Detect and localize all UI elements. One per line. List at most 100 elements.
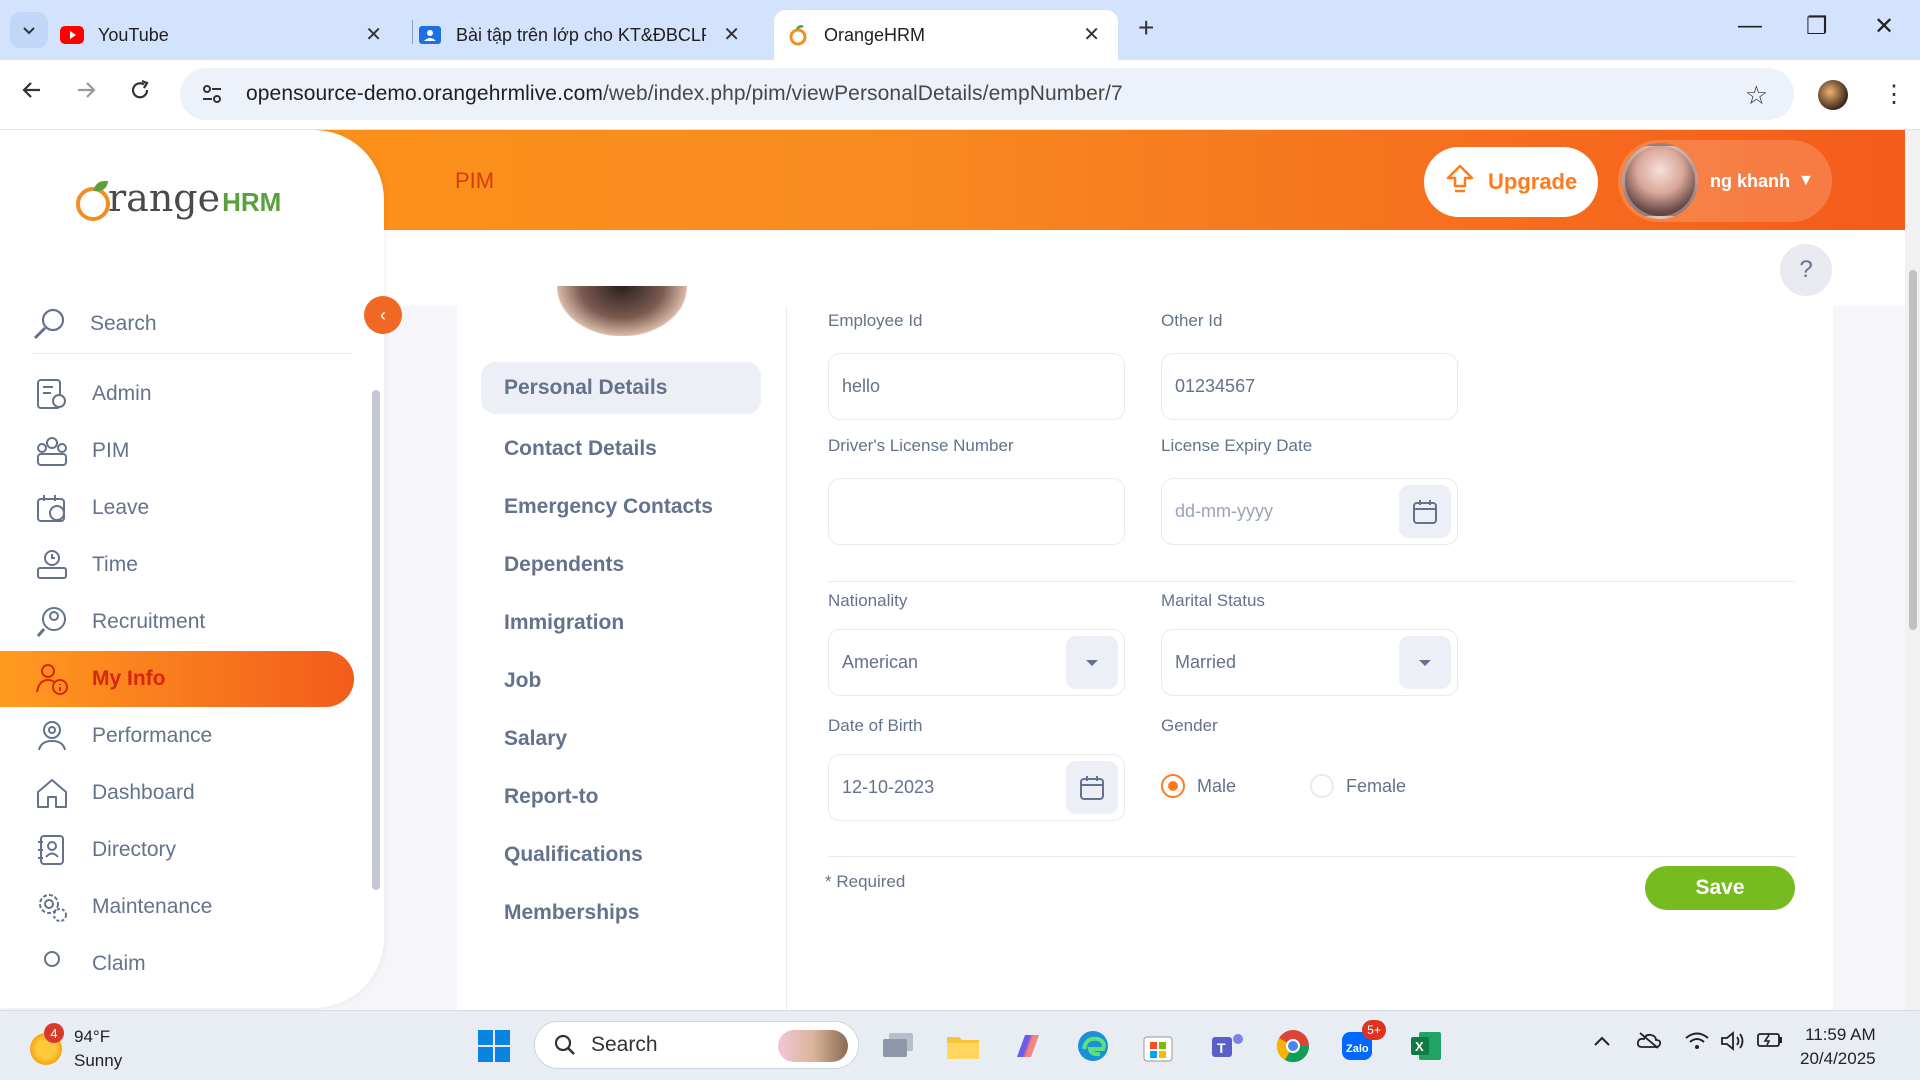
teams-icon[interactable]: T [1210,1028,1246,1064]
calendar-icon[interactable] [1066,761,1118,814]
sidebar-item-performance[interactable]: Performance [0,708,354,764]
microsoft-store-icon[interactable] [1140,1028,1176,1064]
tab-memberships[interactable]: Memberships [481,884,761,942]
browser-menu-icon[interactable]: ⋮ [1882,80,1906,109]
clock-date: 20/4/2025 [1800,1049,1876,1068]
save-button[interactable]: Save [1645,866,1795,910]
reload-icon[interactable] [128,78,152,109]
tab-emergency-contacts[interactable]: Emergency Contacts [481,478,761,536]
tab-youtube[interactable]: YouTube ✕ [60,10,400,60]
start-button[interactable] [476,1028,512,1064]
address-bar[interactable]: opensource-demo.orangehrmlive.com/web/in… [180,68,1794,120]
claim-icon [34,946,70,970]
back-icon[interactable] [20,78,44,109]
onedrive-icon[interactable] [1636,1031,1662,1055]
gender-male-radio[interactable]: Male [1161,774,1236,798]
page-scrollbar[interactable] [1905,130,1920,1010]
license-number-field[interactable] [828,478,1125,545]
close-tab-icon[interactable]: ✕ [1083,22,1100,47]
weather-widget[interactable]: 4 94°F Sunny [30,1023,123,1073]
calendar-icon[interactable] [1399,485,1451,538]
sidebar-item-admin[interactable]: Admin [0,366,354,422]
gender-female-label: Female [1346,775,1407,796]
logo-orange-icon [76,181,110,221]
site-settings-icon[interactable] [192,83,232,105]
help-button[interactable]: ? [1780,244,1832,296]
close-tab-icon[interactable]: ✕ [723,22,740,47]
system-clock[interactable]: 11:59 AM 20/4/2025 [1800,1023,1876,1071]
excel-icon[interactable]: X [1408,1028,1444,1064]
tab-search-button[interactable] [10,12,48,48]
close-window-icon[interactable]: ✕ [1874,12,1894,41]
new-tab-button[interactable]: + [1138,12,1154,44]
user-dropdown[interactable]: ng khanh ▼ [1618,140,1832,222]
chrome-icon[interactable] [1275,1028,1311,1064]
sidebar-item-label: Recruitment [92,610,206,633]
dob-label: Date of Birth [828,716,923,735]
taskbar-search-label: Search [591,1033,658,1056]
volume-icon[interactable] [1720,1031,1746,1057]
zalo-icon[interactable]: Zalo 5+ [1340,1020,1386,1064]
tab-classroom[interactable]: Bài tập trên lớp cho KT&ĐBCLP ✕ [418,10,758,60]
page-scroll-thumb[interactable] [1909,270,1917,630]
collapse-sidebar-button[interactable]: ‹ [364,296,402,334]
sidebar-scroll-thumb[interactable] [372,390,380,890]
taskbar-search[interactable]: Search [534,1021,859,1069]
tab-dependents[interactable]: Dependents [481,536,761,594]
other-id-field[interactable]: 01234567 [1161,353,1458,420]
sidebar-item-maintenance[interactable]: Maintenance [0,879,354,935]
wifi-icon[interactable] [1684,1031,1710,1057]
battery-icon[interactable] [1756,1031,1784,1055]
dob-field[interactable]: 12-10-2023 [828,754,1125,821]
tab-qualifications[interactable]: Qualifications [481,826,761,884]
browser-profile-avatar[interactable] [1818,80,1848,110]
employee-id-field[interactable]: hello [828,353,1125,420]
sidebar-item-label: My Info [92,667,166,690]
forward-icon[interactable] [74,78,98,109]
sidebar-item-my-info[interactable]: My Info [0,651,354,707]
file-explorer-icon[interactable] [945,1028,981,1064]
sidebar-item-label: Dashboard [92,781,195,804]
dashboard-icon [34,775,70,811]
gender-female-radio[interactable]: Female [1310,774,1406,798]
restore-icon[interactable]: ❐ [1806,12,1828,41]
nationality-select[interactable]: American [828,629,1125,696]
sidebar-item-directory[interactable]: Directory [0,822,354,878]
copilot-icon[interactable] [1010,1028,1046,1064]
required-note: * Required [825,872,906,891]
task-view-icon[interactable] [880,1028,916,1064]
tab-personal-details[interactable]: Personal Details [481,362,761,414]
sidebar-item-leave[interactable]: Leave [0,480,354,536]
tab-report-to[interactable]: Report-to [481,768,761,826]
tab-job[interactable]: Job [481,652,761,710]
marital-status-select[interactable]: Married [1161,629,1458,696]
sidebar-item-time[interactable]: Time [0,537,354,593]
employee-photo[interactable] [557,286,687,336]
bookmark-star-icon[interactable]: ☆ [1745,80,1768,111]
minimize-icon[interactable]: — [1738,12,1762,40]
upgrade-button[interactable]: Upgrade [1424,147,1598,217]
sidebar-item-recruitment[interactable]: Recruitment [0,594,354,650]
show-hidden-icons[interactable] [1592,1031,1612,1054]
sidebar-item-label: Leave [92,496,150,519]
dropdown-caret-icon[interactable] [1399,636,1451,689]
weather-desc: Sunny [74,1051,123,1070]
sidebar-menu: Admin PIM Leave Time Recruitment My Info [0,366,360,970]
sidebar-item-dashboard[interactable]: Dashboard [0,765,354,821]
dropdown-caret-icon[interactable] [1066,636,1118,689]
sidebar-search[interactable]: Search [32,294,352,354]
license-expiry-field[interactable]: dd-mm-yyyy [1161,478,1458,545]
close-tab-icon[interactable]: ✕ [365,22,382,47]
zalo-badge: 5+ [1362,1020,1386,1040]
personal-details-panel: Personal Details Contact Details Emergen… [457,286,1833,1010]
sidebar-item-claim[interactable]: Claim [0,936,354,970]
orangehrm-logo[interactable]: range HRM [76,176,281,221]
edge-icon[interactable] [1075,1028,1111,1064]
tab-salary[interactable]: Salary [481,710,761,768]
tab-immigration[interactable]: Immigration [481,594,761,652]
tab-contact-details[interactable]: Contact Details [481,420,761,478]
sidebar-scrollbar[interactable] [372,370,380,970]
upgrade-label: Upgrade [1488,169,1578,194]
sidebar-item-pim[interactable]: PIM [0,423,354,479]
tab-orangehrm[interactable]: OrangeHRM ✕ [774,10,1118,60]
